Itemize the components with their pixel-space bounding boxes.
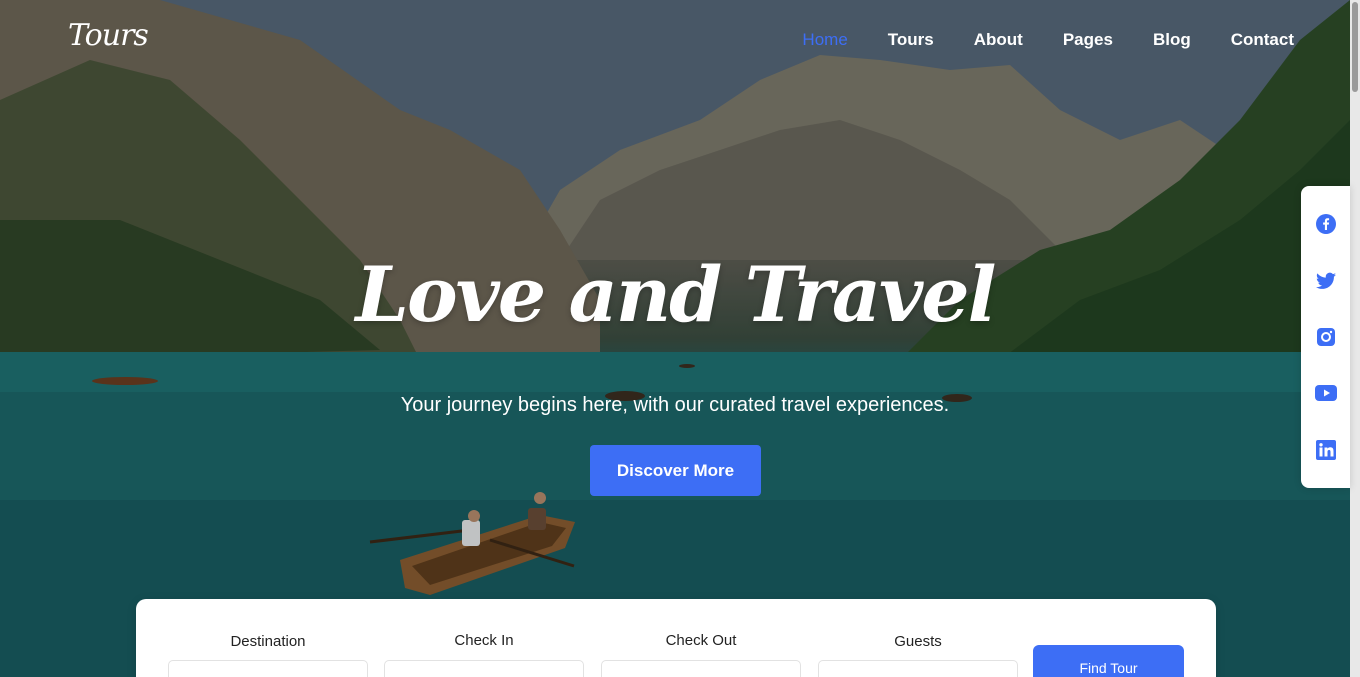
tour-search-form: Destination Check In Check Out Guests Fi…	[136, 599, 1216, 677]
guests-input[interactable]	[818, 660, 1018, 677]
youtube-icon[interactable]	[1314, 382, 1337, 404]
nav-item-contact[interactable]: Contact	[1231, 30, 1294, 50]
discover-more-button[interactable]: Discover More	[590, 445, 761, 496]
nav-item-blog[interactable]: Blog	[1153, 30, 1191, 50]
check-in-label: Check In	[454, 632, 514, 649]
check-out-label: Check Out	[665, 632, 737, 649]
destination-input[interactable]	[168, 660, 368, 677]
destination-label: Destination	[230, 633, 306, 650]
nav-item-pages[interactable]: Pages	[1063, 30, 1113, 50]
check-in-input[interactable]	[384, 660, 584, 677]
facebook-icon[interactable]	[1315, 213, 1337, 235]
check-out-input[interactable]	[601, 660, 801, 677]
nav-item-tours[interactable]: Tours	[888, 30, 934, 50]
social-sidebar	[1301, 186, 1350, 488]
hero-title: Love and Travel	[355, 250, 997, 339]
site-logo[interactable]: Tours	[68, 18, 149, 53]
find-tour-button[interactable]: Find Tour	[1033, 645, 1184, 677]
nav-item-about[interactable]: About	[974, 30, 1023, 50]
instagram-icon[interactable]	[1315, 326, 1337, 348]
linkedin-icon[interactable]	[1315, 439, 1337, 461]
guests-label: Guests	[894, 633, 942, 650]
page-scrollbar[interactable]	[1350, 0, 1360, 677]
hero-subtitle: Your journey begins here, with our curat…	[400, 394, 950, 416]
nav-item-home[interactable]: Home	[802, 30, 847, 50]
scrollbar-thumb[interactable]	[1352, 2, 1358, 92]
twitter-icon[interactable]	[1315, 270, 1337, 292]
main-nav: Home Tours About Pages Blog Contact	[802, 30, 1294, 50]
